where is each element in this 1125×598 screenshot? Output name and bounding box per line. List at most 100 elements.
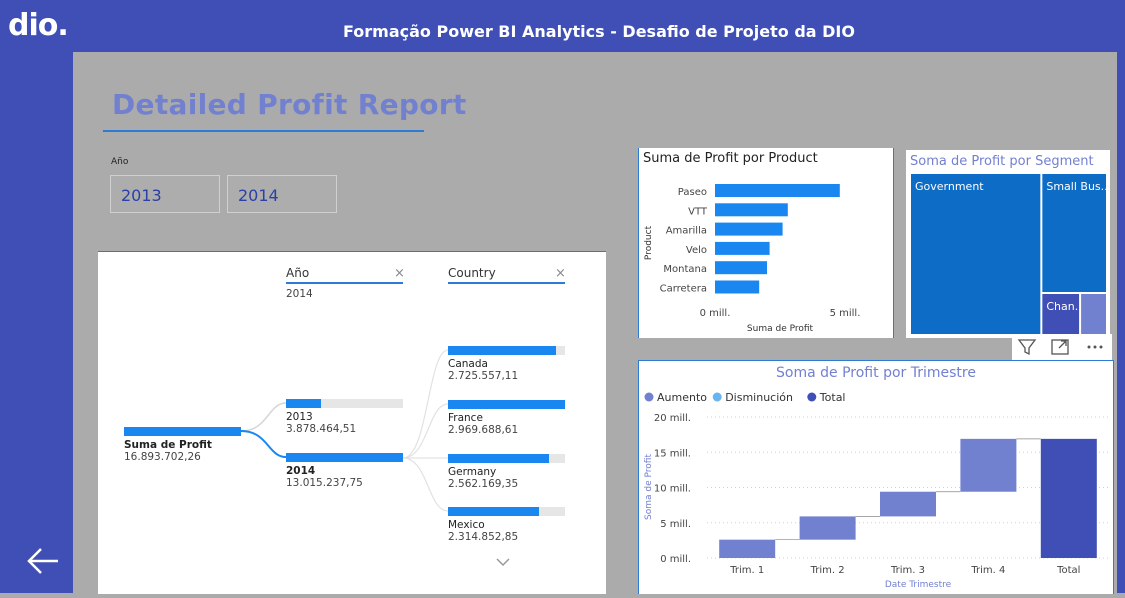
legend-marker — [644, 392, 654, 402]
decomposition-tree: Año × 2014 Country × Suma de Profit 16.8… — [98, 251, 606, 594]
category-label: Carretera — [660, 284, 707, 295]
year-slicer-option-2014[interactable]: 2014 — [227, 175, 337, 213]
waterfall-bar — [719, 539, 776, 558]
legend-label: Total — [819, 391, 846, 404]
tree-node-france[interactable]: France 2.969.688,61 — [448, 400, 565, 436]
x-tick-label: Trim. 3 — [890, 565, 925, 576]
waterfall-bar — [1040, 438, 1097, 558]
treemap-label: Chan... — [1046, 300, 1085, 313]
bar — [715, 184, 840, 197]
node-label: 2013 — [286, 411, 313, 423]
close-level-country-icon[interactable]: × — [555, 266, 566, 281]
node-bar — [286, 453, 403, 462]
filter-icon[interactable] — [1016, 336, 1038, 358]
node-value: 3.878.464,51 — [286, 423, 357, 435]
tree-node-germany[interactable]: Germany 2.562.169,35 — [448, 454, 565, 490]
root-node-label: Suma de Profit — [124, 439, 212, 451]
category-label: VTT — [688, 206, 708, 217]
y-axis-title: Soma de Profit — [644, 454, 654, 520]
node-bar — [448, 400, 565, 409]
close-level-ano-icon[interactable]: × — [394, 266, 405, 281]
node-value: 2.969.688,61 — [448, 424, 519, 436]
bar — [715, 280, 760, 294]
sidebar — [0, 0, 73, 593]
chart-title: Soma de Profit por Trimestre — [776, 365, 976, 381]
node-bar — [286, 399, 403, 408]
more-options-icon[interactable] — [1084, 336, 1106, 358]
x-tick-label: 5 mill. — [830, 308, 861, 319]
visual-header-toolbar — [1012, 334, 1112, 360]
tree-node-canada[interactable]: Canada 2.725.557,11 — [448, 346, 565, 382]
legend-marker — [807, 392, 817, 402]
y-tick-label: 0 mill. — [660, 554, 691, 565]
top-bar: Formação Power BI Analytics - Desafio de… — [73, 0, 1125, 52]
tree-node-2013[interactable]: 2013 3.878.464,51 — [286, 399, 403, 435]
level-header-country: Country — [448, 266, 496, 280]
chart-title: Soma de Profit por Segment — [910, 154, 1094, 169]
bar — [715, 241, 770, 255]
profit-by-quarter-svg: Soma de Profit por Trimestre Aumento Dismi… — [644, 365, 1109, 590]
y-tick-label: 10 mill. — [654, 484, 691, 495]
legend-label: Aumento — [657, 391, 707, 404]
y-tick-label: 5 mill. — [660, 519, 691, 530]
legend-label: Disminución — [725, 391, 793, 404]
root-node[interactable]: Suma de Profit 16.893.702,26 — [124, 427, 241, 463]
treemap-label: Small Bus... — [1046, 180, 1110, 193]
level-header-ano: Año — [286, 266, 310, 280]
treemap-tile — [911, 174, 1041, 334]
node-value: 2.562.169,35 — [448, 478, 519, 490]
x-tick-label: Trim. 1 — [729, 565, 764, 576]
app-title: Formação Power BI Analytics - Desafio de… — [343, 22, 855, 41]
bar — [715, 261, 767, 275]
level-header-underline — [286, 282, 403, 284]
profit-by-product-chart: Suma de Profit por Product Paseo VTT Amaril… — [638, 148, 894, 338]
level-header-underline — [448, 282, 565, 284]
x-tick-label: Total — [1056, 565, 1080, 576]
profit-by-product-svg: Suma de Profit por Product Paseo VTT Amaril… — [643, 151, 861, 334]
waterfall-bar — [799, 516, 856, 540]
right-edge-stripe — [1117, 52, 1125, 593]
year-slicer-label: Año — [111, 157, 129, 167]
x-axis-title: Date Trimestre — [885, 580, 952, 590]
focus-mode-icon[interactable] — [1049, 336, 1071, 358]
bar — [715, 203, 788, 217]
node-label: 2014 — [286, 465, 316, 477]
year-slicer-option-2013[interactable]: 2013 — [110, 175, 220, 213]
x-tick-label: Trim. 2 — [810, 565, 845, 576]
node-label: Germany — [448, 466, 497, 478]
chart-title: Suma de Profit por Product — [643, 151, 818, 166]
dio-logo: dio. — [8, 8, 69, 43]
x-tick-label: 0 mill. — [700, 308, 731, 319]
back-arrow-icon[interactable] — [26, 543, 62, 579]
tree-node-mexico[interactable]: Mexico 2.314.852,85 — [448, 507, 565, 543]
tree-node-2014[interactable]: 2014 13.015.237,75 — [286, 453, 403, 489]
profit-by-segment-svg: Soma de Profit por Segment Government Smal… — [910, 154, 1111, 334]
node-bar — [448, 346, 565, 355]
category-label: Montana — [663, 264, 707, 275]
node-label: Canada — [448, 358, 488, 370]
bar — [715, 222, 783, 236]
chevron-down-icon[interactable] — [496, 557, 510, 567]
node-label: Mexico — [448, 519, 485, 531]
root-node-value: 16.893.702,26 — [124, 451, 201, 463]
treemap-tile — [1081, 294, 1106, 334]
level-selected-value: 2014 — [286, 288, 313, 300]
page-title: Detailed Profit Report — [112, 88, 467, 121]
legend-marker — [712, 392, 722, 402]
y-axis-title: Product — [644, 225, 654, 260]
treemap-label: Government — [915, 180, 984, 193]
node-bar — [448, 507, 565, 516]
node-value: 13.015.237,75 — [286, 477, 363, 489]
x-tick-label: Trim. 4 — [970, 565, 1005, 576]
waterfall-bar — [960, 438, 1017, 492]
node-value: 2.725.557,11 — [448, 370, 519, 382]
category-label: Paseo — [678, 187, 707, 198]
node-value: 2.314.852,85 — [448, 531, 519, 543]
y-tick-label: 15 mill. — [654, 448, 691, 459]
waterfall-bar — [880, 491, 936, 517]
y-tick-label: 20 mill. — [654, 413, 691, 424]
node-bar — [448, 454, 565, 463]
node-label: France — [448, 412, 483, 424]
profit-by-quarter-waterfall: Soma de Profit por Trimestre Aumento Dismi… — [638, 360, 1114, 594]
profit-by-segment-treemap: Soma de Profit por Segment Government Smal… — [906, 150, 1111, 338]
